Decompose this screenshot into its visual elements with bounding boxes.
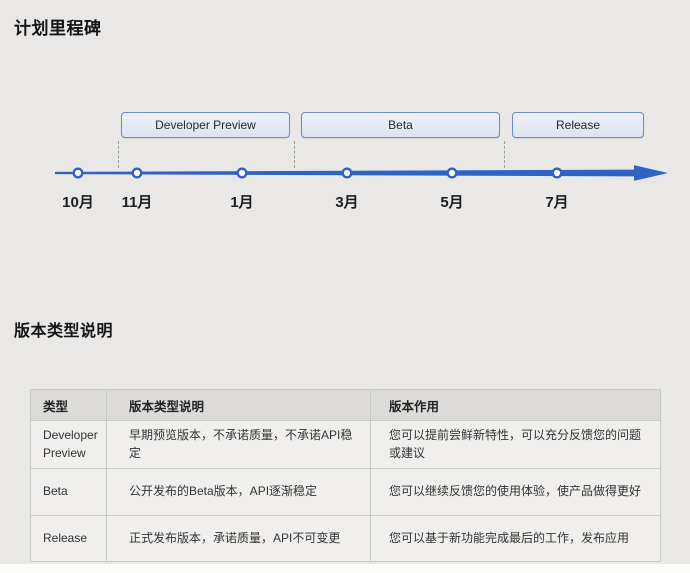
cell-description: 正式发布版本，承诺质量，API不可变更 [107, 516, 371, 562]
cell-description: 公开发布的Beta版本，API逐渐稳定 [107, 469, 371, 516]
phase-label: Developer Preview [155, 118, 256, 132]
phase-box-developer-preview: Developer Preview [121, 112, 290, 138]
month-label: 3月 [315, 191, 379, 212]
month-label: 10月 [46, 191, 110, 212]
timeline-arrowhead-icon [634, 165, 668, 181]
milestones-section-title: 计划里程碑 [14, 14, 102, 39]
version-type-table: 类型 版本类型说明 版本作用 Developer Preview 早期预览版本，… [30, 389, 661, 562]
column-header-purpose: 版本作用 [371, 390, 661, 421]
column-header-type: 类型 [31, 390, 107, 421]
cell-purpose: 您可以继续反馈您的使用体验，使产品做得更好 [371, 469, 661, 516]
table-row: Release 正式发布版本，承诺质量，API不可变更 您可以基于新功能完成最后… [31, 516, 661, 562]
month-label: 11月 [105, 191, 169, 212]
phase-label: Release [556, 118, 600, 132]
timeline-dot [553, 169, 562, 178]
timeline-dot [448, 169, 457, 178]
cell-type: Release [31, 516, 107, 562]
phase-box-release: Release [512, 112, 644, 138]
phase-label: Beta [388, 118, 413, 132]
cell-description: 早期预览版本，不承诺质量，不承诺API稳定 [107, 421, 371, 469]
cell-type: Beta [31, 469, 107, 516]
month-label: 1月 [210, 191, 274, 212]
phase-box-beta: Beta [301, 112, 500, 138]
page: 计划里程碑 Developer Preview Beta Release 10月… [0, 0, 690, 573]
table-row: Beta 公开发布的Beta版本，API逐渐稳定 您可以继续反馈您的使用体验，使… [31, 469, 661, 516]
cell-purpose: 您可以基于新功能完成最后的工作，发布应用 [371, 516, 661, 562]
table-header-row: 类型 版本类型说明 版本作用 [31, 390, 661, 421]
timeline-dot [133, 169, 142, 178]
timeline-dot [74, 169, 83, 178]
version-types-section-title: 版本类型说明 [14, 317, 113, 341]
month-label: 5月 [420, 191, 484, 212]
column-header-description: 版本类型说明 [107, 390, 371, 421]
timeline-arrow [0, 158, 690, 192]
table-row: Developer Preview 早期预览版本，不承诺质量，不承诺API稳定 … [31, 421, 661, 469]
timeline-dot [238, 169, 247, 178]
timeline-dot [343, 169, 352, 178]
cell-type: Developer Preview [31, 421, 107, 469]
cell-purpose: 您可以提前尝鲜新特性，可以充分反馈您的问题或建议 [371, 421, 661, 469]
month-label: 7月 [525, 191, 589, 212]
bottom-margin-strip [0, 564, 690, 573]
